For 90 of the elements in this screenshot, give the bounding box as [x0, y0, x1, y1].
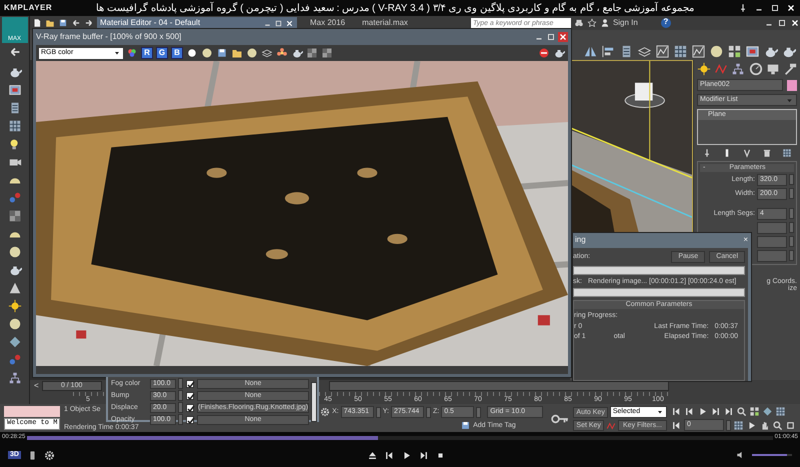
table-icon[interactable]: [775, 406, 786, 417]
sphere-icon[interactable]: [709, 44, 724, 59]
pin-icon[interactable]: [702, 148, 712, 158]
dialog-title: ing: [575, 236, 586, 245]
spinner-field[interactable]: [757, 222, 787, 234]
diamond-icon[interactable]: [762, 406, 774, 417]
color-swatch[interactable]: [787, 80, 797, 90]
drop-down-arrow-icon: [656, 408, 664, 416]
undo-icon[interactable]: [71, 18, 81, 28]
sphere-icon[interactable]: [201, 47, 213, 59]
table-icon[interactable]: [8, 119, 22, 133]
checkbox[interactable]: [186, 380, 194, 388]
prompt-field[interactable]: [4, 406, 60, 417]
video-title: مجموعه آموزشی جامع ، گام به گام و کاربردی پلاگین وی ری ۳/۴ ( V-RAY 3.4 ) مدرس : سعید فدایی ( تیچرمن ) گروه آموزشی پادشاه گرافیست ها: [95, 2, 695, 14]
table-icon[interactable]: [673, 44, 688, 59]
trash-icon[interactable]: [762, 148, 772, 158]
table-icon[interactable]: [782, 148, 792, 158]
seek-bar[interactable]: [27, 436, 773, 440]
pin-icon[interactable]: [738, 3, 748, 13]
checkbox[interactable]: [186, 392, 194, 400]
zoom-icon[interactable]: [772, 420, 784, 430]
next-icon[interactable]: [723, 406, 734, 417]
close-icon[interactable]: [786, 3, 796, 13]
app-name: KMPLAYER: [4, 4, 52, 12]
monitor-icon[interactable]: [766, 62, 780, 76]
hierarchy-icon[interactable]: [731, 62, 746, 76]
file-title: Max 2016: [310, 18, 346, 28]
stop-sign-icon[interactable]: [538, 47, 550, 59]
close-button[interactable]: ×: [743, 236, 748, 245]
star-icon[interactable]: [586, 18, 597, 28]
channel-toggle[interactable]: B: [171, 47, 183, 59]
align-icon[interactable]: [601, 44, 616, 59]
checker-icon[interactable]: [8, 209, 22, 223]
checkbox[interactable]: [186, 416, 194, 424]
layers-icon[interactable]: [261, 47, 273, 59]
zoom-icon[interactable]: [736, 406, 748, 417]
viewport-grid-icon[interactable]: [749, 406, 760, 417]
previous-frame-button[interactable]: <: [34, 382, 39, 390]
sphere-icon[interactable]: [246, 47, 258, 59]
sun-icon[interactable]: [697, 62, 711, 76]
save-icon[interactable]: [216, 47, 228, 59]
eject-icon[interactable]: [366, 450, 378, 460]
window-title: Material Editor - 04 - Default: [100, 18, 202, 28]
redo-icon[interactable]: [84, 18, 94, 28]
gear-icon[interactable]: [44, 450, 55, 460]
diamond-icon[interactable]: [8, 335, 22, 349]
render-window-icon[interactable]: [745, 44, 760, 59]
color-dots-icon[interactable]: [126, 47, 138, 59]
teapot-icon[interactable]: [553, 47, 565, 59]
fork-icon[interactable]: [742, 148, 752, 158]
close-icon[interactable]: [790, 18, 800, 28]
checkbox[interactable]: [186, 404, 194, 412]
time-tag-icon[interactable]: [460, 420, 472, 431]
spinner-field[interactable]: [757, 250, 787, 262]
sphere-icon[interactable]: [8, 245, 22, 259]
next-icon[interactable]: [710, 406, 722, 417]
table-icon[interactable]: [733, 420, 744, 430]
hierarchy-icon[interactable]: [8, 371, 22, 385]
channel-toggle[interactable]: R: [141, 47, 153, 59]
sun-icon[interactable]: [8, 299, 22, 313]
drop-down-arrow-icon: [113, 49, 121, 57]
spinner-field[interactable]: [757, 236, 787, 248]
save-icon[interactable]: [58, 18, 68, 28]
hammer-icon[interactable]: [782, 62, 797, 76]
previous-icon[interactable]: [671, 406, 682, 417]
sign-in-link[interactable]: Sign In: [612, 18, 638, 28]
channel-toggle[interactable]: G: [156, 47, 168, 59]
sphere-icon[interactable]: [8, 317, 22, 331]
scrollbar[interactable]: [311, 382, 318, 422]
render-window-icon[interactable]: [8, 83, 22, 97]
cone-icon[interactable]: [8, 281, 22, 295]
window-title: V-Ray frame buffer - [100% of 900 x 500]: [36, 32, 182, 42]
file-title: material.max: [362, 18, 408, 28]
gear-icon[interactable]: [320, 407, 330, 417]
maximize-icon[interactable]: [785, 420, 796, 430]
person-icon[interactable]: [600, 18, 610, 28]
motion-circle-icon[interactable]: [748, 62, 763, 76]
checker-icon[interactable]: [321, 47, 333, 59]
graph-icon[interactable]: [691, 44, 706, 59]
previous-icon[interactable]: [671, 420, 682, 430]
molecule-icon[interactable]: [8, 353, 22, 367]
circle-icon[interactable]: [186, 47, 198, 59]
binoculars-icon[interactable]: [574, 18, 584, 28]
teapot-icon[interactable]: [291, 47, 303, 59]
checker-icon[interactable]: [306, 47, 318, 59]
viewport-grid-icon[interactable]: [727, 44, 742, 59]
previous-icon[interactable]: [684, 406, 696, 417]
previous-icon[interactable]: [384, 450, 395, 460]
help-button[interactable]: ?: [660, 18, 671, 28]
graph-icon[interactable]: [655, 44, 670, 59]
